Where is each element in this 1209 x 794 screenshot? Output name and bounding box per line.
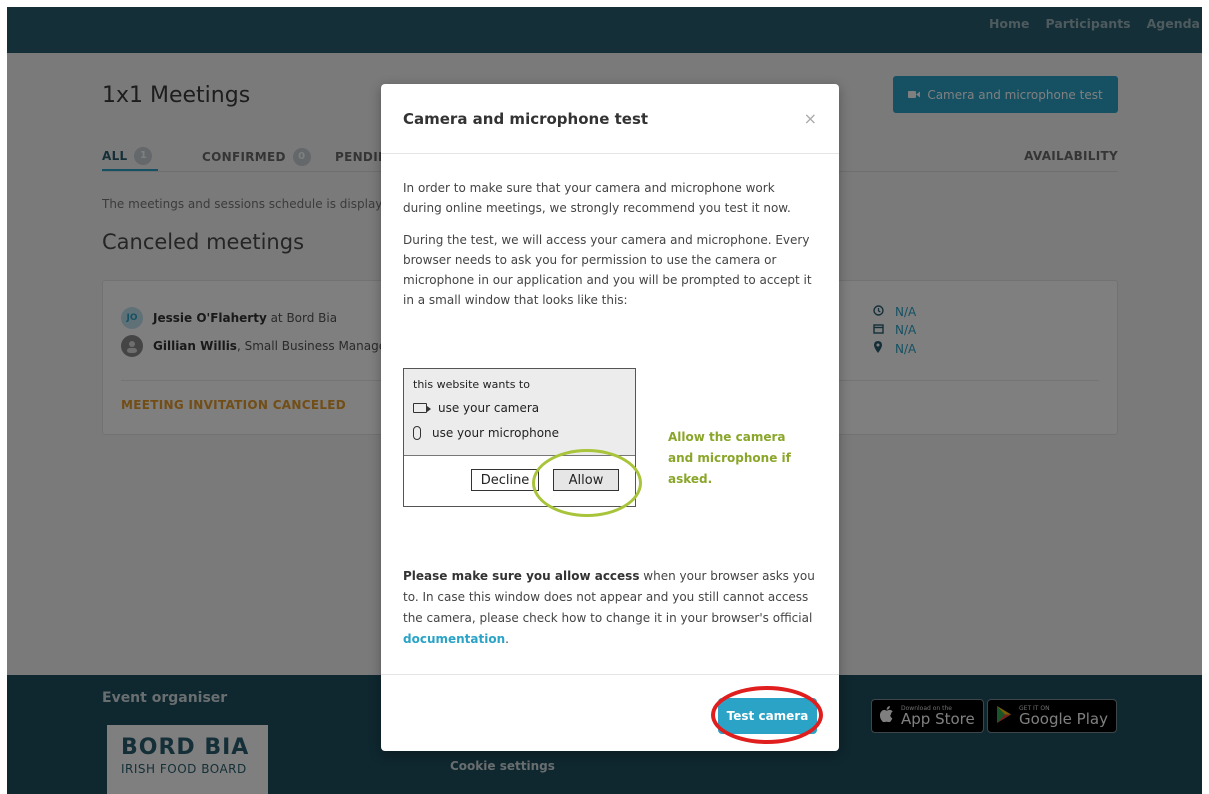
illustration-decline-button: Decline [471, 469, 539, 491]
app-frame: Home Participants Agenda 1x1 Meetings Ca… [7, 7, 1202, 794]
modal-title: Camera and microphone test [403, 110, 649, 128]
permission-paragraph: During the test, we will access your cam… [403, 233, 812, 307]
camera-test-modal: Camera and microphone test × In order to… [381, 84, 839, 751]
permission-dialog-illustration: this website wants to use your camera us… [403, 368, 642, 517]
documentation-link[interactable]: documentation [403, 632, 505, 646]
allow-hint-text: Allow the camera and microphone if asked… [668, 430, 791, 486]
illustration-camera-row: use your camera [413, 401, 539, 415]
allow-highlight-ring [532, 449, 642, 517]
intro-paragraph: In order to make sure that your camera a… [403, 181, 791, 215]
microphone-icon [413, 426, 421, 440]
illustration-mic-row: use your microphone [413, 426, 559, 440]
illustration-header: this website wants to use your camera us… [404, 369, 635, 456]
test-camera-highlight-ring [711, 686, 823, 744]
illustration-mic-text: use your microphone [432, 426, 560, 440]
modal-body: In order to make sure that your camera a… [403, 178, 817, 322]
access-instructions-end: . [505, 632, 509, 646]
close-icon[interactable]: × [804, 109, 817, 128]
access-instructions: Please make sure you allow access when y… [403, 566, 817, 650]
modal-footer-divider [381, 674, 839, 675]
illustration-wants-text: this website wants to [413, 378, 530, 391]
access-instructions-bold: Please make sure you allow access [403, 569, 640, 583]
camera-icon [413, 403, 431, 413]
modal-header: Camera and microphone test × [381, 84, 839, 154]
illustration-camera-text: use your camera [438, 401, 540, 415]
